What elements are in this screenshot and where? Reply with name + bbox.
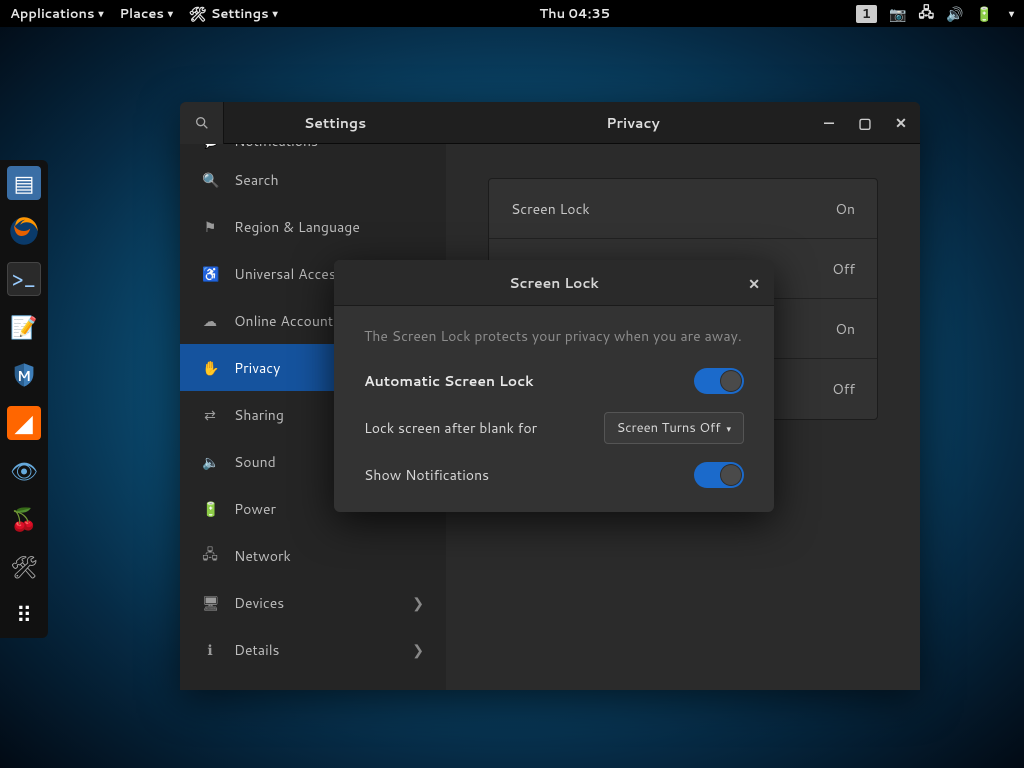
gear-icon: 🛠 <box>189 4 207 24</box>
sidebar-item-devices[interactable]: 🖥 Devices ❯ <box>180 579 446 626</box>
menu-settings[interactable]: 🛠 Settings ▾ <box>189 4 278 24</box>
sidebar-item-label: Devices <box>234 593 284 613</box>
titlebar: Settings Privacy — ▢ ✕ <box>180 102 920 144</box>
sidebar-item-label: Power <box>234 499 276 519</box>
minimize-button[interactable]: — <box>820 113 838 133</box>
row-value: On <box>835 319 855 339</box>
sidebar-item-search[interactable]: 🔍 Search <box>180 156 446 203</box>
window-title-right: Privacy <box>446 113 820 133</box>
toggle-show-notifications[interactable] <box>694 462 744 488</box>
dock-item-text-editor[interactable]: 📝 <box>7 310 41 344</box>
maximize-button[interactable]: ▢ <box>856 113 874 133</box>
close-button[interactable]: ✕ <box>892 113 910 133</box>
search-icon <box>194 115 210 131</box>
row-screen-lock[interactable]: Screen Lock On <box>489 179 877 239</box>
chevron-down-icon: ▾ <box>168 7 173 21</box>
dock-item-apps[interactable]: ⠿ <box>7 598 41 632</box>
sidebar-item-label: Search <box>234 170 279 190</box>
accessibility-icon: ♿ <box>202 264 218 284</box>
menu-applications[interactable]: Applications ▾ <box>10 5 104 23</box>
devices-icon: 🖥 <box>202 593 218 613</box>
label-lock-after-blank: Lock screen after blank for <box>364 418 537 438</box>
dock-item-tools[interactable]: 🛠 <box>7 550 41 584</box>
sidebar-item-network[interactable]: 🖧 Network <box>180 532 446 579</box>
sidebar-item-region[interactable]: ⚑ Region & Language <box>180 203 446 250</box>
sidebar-item-label: Region & Language <box>234 217 360 237</box>
sidebar-item-label: Notifications <box>234 144 318 151</box>
chevron-down-icon: ▾ <box>273 7 278 21</box>
dock-item-terminal[interactable]: >_ <box>7 262 41 296</box>
share-icon: ⇄ <box>202 405 218 425</box>
chevron-down-icon: ▾ <box>726 422 731 435</box>
chevron-right-icon: ❯ <box>412 640 424 660</box>
dock-item-eye[interactable]: 👁 <box>7 454 41 488</box>
flag-icon: ⚑ <box>202 217 218 237</box>
info-icon: ℹ <box>202 640 218 660</box>
dialog-titlebar: Screen Lock ✕ <box>334 260 774 306</box>
sidebar-item-label: Online Accounts <box>234 311 340 331</box>
menu-settings-label: Settings <box>211 5 269 23</box>
dock-item-firefox[interactable] <box>7 214 41 248</box>
label-show-notifications: Show Notifications <box>364 465 489 485</box>
chevron-down-icon: ▾ <box>1009 7 1014 21</box>
network-icon: 🖧 <box>202 544 218 568</box>
cloud-icon: ☁ <box>202 311 218 331</box>
sidebar-item-label: Sharing <box>234 405 284 425</box>
camera-icon[interactable]: 📷 <box>889 4 906 24</box>
speaker-icon: 🔈 <box>202 452 218 472</box>
dropdown-value: Screen Turns Off <box>617 419 721 437</box>
row-value: Off <box>832 379 855 399</box>
top-bar: Applications ▾ Places ▾ 🛠 Settings ▾ Thu… <box>0 0 1024 27</box>
row-label: Screen Lock <box>511 199 590 219</box>
label-auto-lock: Automatic Screen Lock <box>364 371 534 391</box>
battery-icon: 🔋 <box>202 499 218 519</box>
toggle-auto-lock[interactable] <box>694 368 744 394</box>
sidebar-item-label: Universal Access <box>234 264 343 284</box>
dock-item-files[interactable]: ▤ <box>7 166 41 200</box>
clock[interactable]: Thu 04:35 <box>539 5 610 23</box>
dock-item-burp[interactable]: ◢ <box>7 406 41 440</box>
search-button[interactable] <box>180 102 224 144</box>
sidebar-item-label: Privacy <box>234 358 280 378</box>
chevron-down-icon: ▾ <box>98 7 103 21</box>
sidebar-item-label: Details <box>234 640 280 660</box>
sidebar-item-label: Network <box>234 546 291 566</box>
screen-lock-dialog: Screen Lock ✕ The Screen Lock protects y… <box>334 260 774 512</box>
row-value: On <box>835 199 855 219</box>
menu-applications-label: Applications <box>10 5 94 23</box>
bell-icon: 💬 <box>202 144 218 151</box>
sidebar-item-details[interactable]: ℹ Details ❯ <box>180 626 446 673</box>
dialog-title: Screen Lock <box>509 273 599 293</box>
search-icon: 🔍 <box>202 170 218 190</box>
dialog-close-button[interactable]: ✕ <box>748 274 760 294</box>
hand-icon: ✋ <box>202 358 218 378</box>
svg-text:M: M <box>17 366 31 386</box>
network-icon[interactable]: 🖧 <box>918 2 934 26</box>
sidebar-item-notifications[interactable]: 💬 Notifications <box>180 144 446 156</box>
dock: ▤ >_ 📝 M ◢ 👁 🍒 🛠 ⠿ <box>0 160 48 638</box>
window-title-left: Settings <box>224 113 446 133</box>
dock-item-cherry[interactable]: 🍒 <box>7 502 41 536</box>
menu-places-label: Places <box>120 5 164 23</box>
battery-icon[interactable]: 🔋 <box>976 4 993 24</box>
workspace-indicator[interactable]: 1 <box>856 5 877 23</box>
dialog-description: The Screen Lock protects your privacy wh… <box>364 326 744 346</box>
row-value: Off <box>832 259 855 279</box>
sidebar-item-label: Sound <box>234 452 276 472</box>
volume-icon[interactable]: 🔊 <box>946 4 963 24</box>
chevron-right-icon: ❯ <box>412 593 424 613</box>
dock-item-shield[interactable]: M <box>7 358 41 392</box>
menu-places[interactable]: Places ▾ <box>120 5 173 23</box>
dropdown-lock-delay[interactable]: Screen Turns Off ▾ <box>604 412 744 444</box>
